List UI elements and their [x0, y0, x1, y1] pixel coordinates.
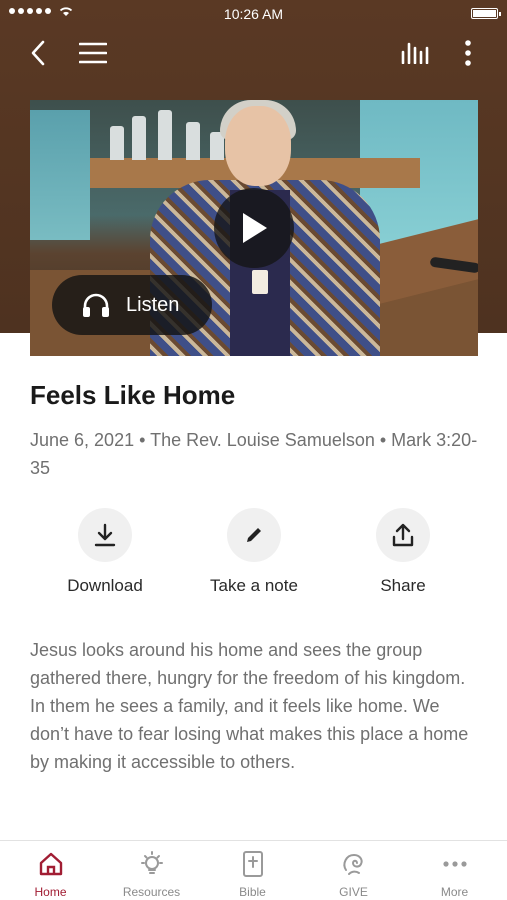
- audio-bars-icon: [401, 42, 429, 64]
- home-icon: [36, 849, 66, 879]
- tab-resources-label: Resources: [122, 885, 181, 899]
- share-icon: [392, 523, 414, 547]
- share-button[interactable]: Share: [328, 508, 478, 596]
- hamburger-menu-icon: [79, 42, 107, 64]
- sermon-title: Feels Like Home: [30, 380, 236, 410]
- tab-give[interactable]: GIVE: [303, 841, 404, 900]
- download-button[interactable]: Download: [30, 508, 180, 596]
- sermon-video[interactable]: Listen: [30, 100, 478, 356]
- status-bar: 10:26 AM: [0, 0, 507, 28]
- sermon-actions: Download Take a note Share: [0, 508, 507, 603]
- tab-resources[interactable]: Resources: [101, 841, 202, 900]
- tab-more-label: More: [440, 885, 469, 899]
- download-label: Download: [67, 576, 143, 595]
- listen-button[interactable]: Listen: [52, 275, 212, 335]
- vertical-dots-icon: [465, 40, 471, 66]
- menu-button[interactable]: [75, 35, 111, 71]
- tab-home-label: Home: [34, 885, 67, 899]
- take-note-circle[interactable]: [227, 508, 281, 562]
- bottom-tab-bar: Home Resources Bible GIVE More: [0, 840, 507, 900]
- video-bottles: [110, 108, 230, 160]
- tab-home[interactable]: Home: [0, 841, 101, 900]
- take-note-button[interactable]: Take a note: [179, 508, 329, 596]
- bible-icon: [238, 849, 268, 879]
- download-icon: [94, 523, 116, 547]
- video-window-left: [30, 110, 90, 240]
- video-head: [225, 106, 291, 186]
- more-options-button[interactable]: [450, 35, 486, 71]
- tab-give-label: GIVE: [339, 885, 368, 899]
- tab-bible[interactable]: Bible: [202, 841, 303, 900]
- take-note-label: Take a note: [210, 576, 298, 595]
- video-cross: [252, 270, 268, 294]
- share-circle[interactable]: [376, 508, 430, 562]
- share-label: Share: [380, 576, 426, 595]
- audio-button[interactable]: [397, 35, 433, 71]
- play-button[interactable]: [214, 188, 294, 268]
- sermon-meta: June 6, 2021 • The Rev. Louise Samuelson…: [30, 430, 478, 478]
- status-time: 10:26 AM: [223, 6, 284, 22]
- listen-label: Listen: [126, 293, 180, 316]
- play-icon: [243, 213, 267, 243]
- tab-bible-label: Bible: [239, 885, 266, 899]
- dots-icon: [440, 849, 470, 879]
- pencil-icon: [247, 528, 261, 542]
- battery-icon: [471, 8, 501, 19]
- tab-more[interactable]: More: [404, 841, 505, 900]
- download-circle[interactable]: [78, 508, 132, 562]
- chevron-left-icon: [31, 40, 45, 66]
- give-icon: [339, 849, 369, 879]
- top-nav: [0, 30, 507, 76]
- back-button[interactable]: [20, 35, 56, 71]
- sermon-description: Jesus looks around his home and sees the…: [30, 640, 469, 772]
- lightbulb-icon: [137, 849, 167, 879]
- headphones-icon: [83, 293, 109, 317]
